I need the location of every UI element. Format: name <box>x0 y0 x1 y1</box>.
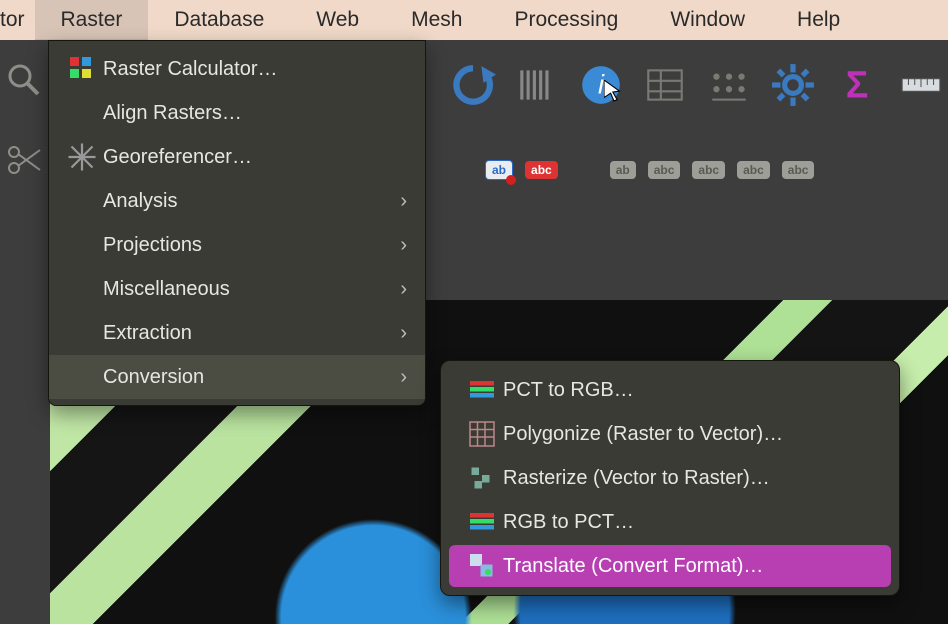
gear-icon[interactable] <box>770 62 816 108</box>
sigma-icon[interactable]: Σ <box>834 62 880 108</box>
label-badge-abc[interactable]: abc <box>525 161 558 179</box>
blank-icon <box>67 276 97 302</box>
left-toolbar <box>0 60 48 180</box>
grid-icon <box>467 422 497 446</box>
submenu-label: Rasterize (Vector to Raster)… <box>503 467 770 490</box>
badge-text: abc <box>654 163 675 177</box>
calculator-icon <box>67 56 97 82</box>
refresh-icon[interactable] <box>450 62 496 108</box>
menubar-item-raster[interactable]: Raster <box>35 0 149 40</box>
menubar-item-help[interactable]: Help <box>771 0 866 40</box>
badge-text: ab <box>492 163 506 177</box>
menu-item-label: Analysis <box>103 190 400 213</box>
menubar-label: tor <box>0 8 25 32</box>
label-badge-grey[interactable]: abc <box>737 161 770 179</box>
menubar-label: Processing <box>514 8 618 32</box>
menu-item-analysis[interactable]: Analysis › <box>49 179 425 223</box>
blank-icon <box>67 320 97 346</box>
menubar-label: Help <box>797 8 840 32</box>
submenu-item-rgb-to-pct[interactable]: RGB to PCT… <box>449 501 891 543</box>
barcode-icon[interactable] <box>514 62 560 108</box>
magnifier-icon[interactable] <box>4 60 44 100</box>
scissors-icon[interactable] <box>4 140 44 180</box>
menubar-label: Database <box>174 8 264 32</box>
submenu-label: PCT to RGB… <box>503 379 634 402</box>
menu-item-label: Miscellaneous <box>103 278 400 301</box>
menu-item-label: Align Rasters… <box>103 102 407 125</box>
menubar-label: Raster <box>61 8 123 32</box>
chevron-right-icon: › <box>400 234 407 257</box>
menu-item-label: Conversion <box>103 366 400 389</box>
menubar-item-vector-partial[interactable]: tor <box>0 0 35 40</box>
chevron-right-icon: › <box>400 322 407 345</box>
rasterize-icon <box>467 466 497 490</box>
conversion-submenu: PCT to RGB… Polygonize (Raster to Vector… <box>440 360 900 596</box>
menubar: tor Raster Database Web Mesh Processing … <box>0 0 948 40</box>
submenu-item-translate[interactable]: Translate (Convert Format)… <box>449 545 891 587</box>
label-toolbar: ab abc ab abc abc abc abc <box>485 160 814 180</box>
main-toolbar: i Σ <box>450 62 944 108</box>
menu-item-raster-calculator[interactable]: Raster Calculator… <box>49 47 425 91</box>
menubar-label: Mesh <box>411 8 462 32</box>
submenu-item-pct-to-rgb[interactable]: PCT to RGB… <box>449 369 891 411</box>
menu-item-projections[interactable]: Projections › <box>49 223 425 267</box>
blank-icon <box>67 232 97 258</box>
menubar-label: Window <box>670 8 745 32</box>
chevron-right-icon: › <box>400 278 407 301</box>
submenu-label: RGB to PCT… <box>503 511 634 534</box>
label-badge-grey[interactable]: abc <box>782 161 815 179</box>
blank-icon <box>67 188 97 214</box>
rgb-bars-icon <box>467 378 497 402</box>
georef-icon <box>67 144 97 170</box>
translate-icon <box>467 554 497 578</box>
submenu-item-polygonize[interactable]: Polygonize (Raster to Vector)… <box>449 413 891 455</box>
chevron-right-icon: › <box>400 190 407 213</box>
label-badge-grey[interactable]: abc <box>692 161 725 179</box>
submenu-label: Translate (Convert Format)… <box>503 555 763 578</box>
menubar-item-mesh[interactable]: Mesh <box>385 0 488 40</box>
chevron-right-icon: › <box>400 366 407 389</box>
info-icon[interactable]: i <box>578 62 624 108</box>
menubar-label: Web <box>316 8 359 32</box>
menu-item-label: Raster Calculator… <box>103 58 407 81</box>
label-badge-ab[interactable]: ab <box>485 160 513 180</box>
stats-icon[interactable] <box>706 62 752 108</box>
raster-menu-dropdown: Raster Calculator… Align Rasters… Georef… <box>48 40 426 406</box>
badge-text: abc <box>743 163 764 177</box>
label-badge-grey[interactable]: ab <box>610 161 636 179</box>
badge-text: abc <box>788 163 809 177</box>
svg-text:Σ: Σ <box>846 64 869 106</box>
submenu-label: Polygonize (Raster to Vector)… <box>503 423 783 446</box>
badge-text: abc <box>698 163 719 177</box>
status-dot-icon <box>506 175 516 185</box>
menu-item-label: Projections <box>103 234 400 257</box>
blank-icon <box>67 100 97 126</box>
menu-item-label: Extraction <box>103 322 400 345</box>
menu-item-label: Georeferencer… <box>103 146 407 169</box>
menu-item-conversion[interactable]: Conversion › <box>49 355 425 399</box>
blank-icon <box>67 364 97 390</box>
menu-item-align-rasters[interactable]: Align Rasters… <box>49 91 425 135</box>
submenu-item-rasterize[interactable]: Rasterize (Vector to Raster)… <box>449 457 891 499</box>
menu-item-georeferencer[interactable]: Georeferencer… <box>49 135 425 179</box>
badge-text: abc <box>531 163 552 177</box>
badge-text: ab <box>616 163 630 177</box>
ruler-icon[interactable] <box>898 62 944 108</box>
menubar-item-processing[interactable]: Processing <box>488 0 644 40</box>
menubar-item-database[interactable]: Database <box>148 0 290 40</box>
rgb-bars-icon <box>467 510 497 534</box>
table-icon[interactable] <box>642 62 688 108</box>
menu-item-extraction[interactable]: Extraction › <box>49 311 425 355</box>
menu-item-miscellaneous[interactable]: Miscellaneous › <box>49 267 425 311</box>
label-badge-grey[interactable]: abc <box>648 161 681 179</box>
menubar-item-web[interactable]: Web <box>290 0 385 40</box>
menubar-item-window[interactable]: Window <box>644 0 771 40</box>
